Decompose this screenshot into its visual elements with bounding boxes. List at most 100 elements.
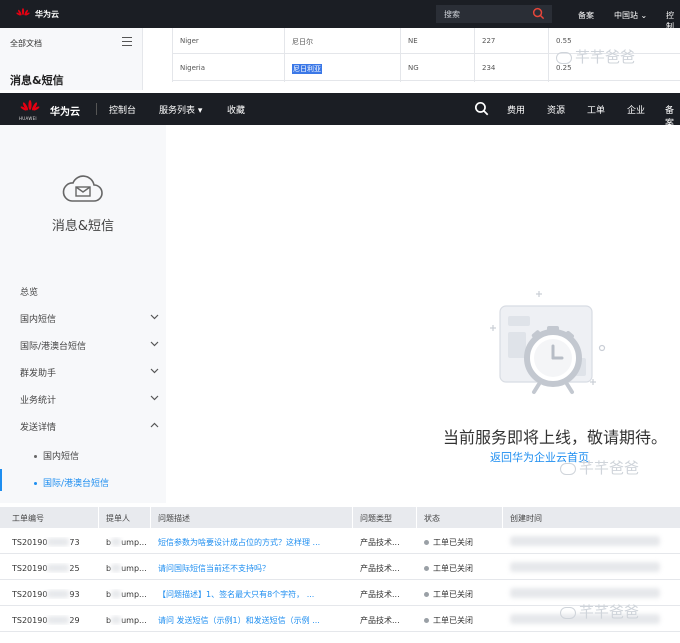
bullet (34, 455, 37, 458)
redaction (47, 590, 70, 598)
country-en: Niger (180, 37, 199, 45)
status-text: 工单已关闭 (433, 564, 473, 573)
brand-name[interactable]: 华为云 (50, 103, 80, 118)
status-text: 工单已关闭 (433, 538, 473, 547)
coming-soon-illustration (490, 291, 606, 394)
country-cn: 尼日尔 (292, 38, 313, 46)
table-row[interactable]: TS20190 73 b ump... 短信参数为啥要设计成占位的方式？这样理 ..… (0, 528, 680, 554)
search-icon[interactable] (474, 101, 489, 116)
ticket-description-link[interactable]: 【问题描述】1、签名最大只有8个字符， ... (158, 589, 348, 600)
top-nav-beian[interactable]: 备案 (578, 10, 594, 21)
ticket-id-prefix: TS20190 (12, 538, 48, 547)
redacted-created-time (510, 536, 660, 546)
watermark-text: 芊芊爸爸 (575, 48, 636, 66)
chevron-down-icon (150, 341, 159, 347)
cloud-message-icon (62, 175, 103, 202)
search-icon[interactable] (532, 7, 545, 20)
ticket-id-prefix: TS20190 (12, 616, 48, 625)
nav-beian[interactable]: 备案 (665, 103, 680, 129)
ticket-table: 工单编号 提单人 问题描述 问题类型 状态 创建时间 TS20190 73 b um… (0, 507, 680, 643)
ticket-status: 工单已关闭 (424, 589, 473, 600)
status-dot (424, 592, 429, 597)
top-search-box[interactable]: 搜索 (436, 5, 552, 23)
huawei-logo-icon[interactable] (16, 6, 30, 20)
nav-resources[interactable]: 资源 (547, 103, 565, 116)
main-header: HUAWEI 华为云 控制台 服务列表 ▾ 收藏 费用 资源 工单 企业 备案 (0, 93, 680, 129)
country-code: NE (408, 37, 418, 45)
top-header: 华为云 搜索 备案 中国站 ⌄ 控制 (0, 0, 680, 31)
sidebar-item-send-details[interactable]: 发送详情 (20, 420, 160, 433)
ticket-description-link[interactable]: 短信参数为啥要设计成占位的方式？这样理 ... (158, 537, 348, 548)
watermark-text: 芊芊爸爸 (579, 459, 640, 477)
country-price: 0.55 (556, 37, 572, 45)
sidebar-item-label: 发送详情 (20, 423, 57, 433)
nav-console[interactable]: 控制台 (109, 103, 136, 116)
ticket-id-prefix: TS20190 (12, 564, 48, 573)
nav-enterprise[interactable]: 企业 (627, 103, 645, 116)
ticket-status: 工单已关闭 (424, 537, 473, 548)
nav-service-list[interactable]: 服务列表 ▾ (159, 103, 202, 116)
ticket-type: 产品技术... (360, 538, 400, 547)
table-row[interactable]: TS20190 25 b ump... 请问国际短信当前还不支持吗？ 产品技术...… (0, 554, 680, 580)
brand-name[interactable]: 华为云 (35, 9, 59, 20)
sidebar-subitem-label: 国际/港澳台短信 (43, 479, 110, 489)
col-ticket-id: 工单编号 (12, 514, 44, 523)
country-code: NG (408, 64, 419, 72)
top-nav-region[interactable]: 中国站 ⌄ (614, 10, 647, 21)
huawei-logo-icon[interactable] (20, 99, 40, 115)
sidebar-item-intl-sms[interactable]: 国际/港澳台短信 (20, 339, 160, 352)
redaction (47, 616, 70, 624)
sidebar-item-overview[interactable]: 总览 (20, 285, 160, 298)
sidebar-item-label: 总览 (20, 288, 39, 298)
sidebar-item-label: 业务统计 (20, 396, 57, 406)
chevron-up-icon (150, 422, 159, 428)
country-dial: 227 (482, 37, 496, 45)
ticket-status: 工单已关闭 (424, 563, 473, 574)
sidebar-item-label: 国际/港澳台短信 (20, 342, 87, 352)
watermark-text: 芊芊爸爸 (579, 603, 640, 621)
ticket-id-prefix: TS20190 (12, 590, 48, 599)
submitter: b ump... (106, 537, 147, 547)
nav-tickets[interactable]: 工单 (587, 103, 605, 116)
redacted-created-time (510, 588, 660, 598)
redaction (111, 564, 122, 572)
nav-favorites[interactable]: 收藏 (227, 103, 245, 116)
doc-section-title: 消息&短信 (10, 74, 64, 87)
nav-billing[interactable]: 费用 (507, 103, 525, 116)
status-text: 工单已关闭 (433, 590, 473, 599)
sidebar-item-domestic-sms[interactable]: 国内短信 (20, 312, 160, 325)
chevron-down-icon (150, 314, 159, 320)
redaction (111, 538, 122, 546)
watermark: 芊芊爸爸 (560, 601, 639, 622)
logo-text: HUAWEI (19, 116, 37, 121)
sidebar-item-statistics[interactable]: 业务统计 (20, 393, 160, 406)
submitter-suffix: ump... (121, 564, 147, 573)
search-placeholder: 搜索 (444, 10, 460, 19)
bullet (34, 482, 37, 485)
sidebar-subitem-domestic[interactable]: 国内短信 (34, 449, 79, 462)
ticket-id: TS20190 73 (12, 537, 80, 547)
col-created: 创建时间 (510, 514, 542, 523)
all-docs-label[interactable]: 全部文档 (10, 38, 42, 49)
ticket-description-link[interactable]: 请问 发送短信（示例1）和发送短信（示例 ... (158, 615, 348, 626)
country-en: Nigeria (180, 64, 206, 72)
ticket-type: 产品技术... (360, 616, 400, 625)
chevron-down-icon (150, 395, 159, 401)
menu-icon[interactable] (122, 37, 132, 46)
redaction (47, 538, 70, 546)
ticket-description-link[interactable]: 请问国际短信当前还不支持吗？ (158, 563, 348, 574)
redaction (111, 616, 122, 624)
status-dot (424, 566, 429, 571)
top-nav-region-label: 中国站 (614, 11, 638, 20)
wechat-icon (556, 51, 572, 64)
active-indicator (0, 469, 2, 491)
service-title: 消息&短信 (51, 219, 115, 234)
service-sidebar: 消息&短信 总览 国内短信 国际/港澳台短信 群发助手 业务统计 发送详情 国内… (0, 125, 166, 503)
redaction (47, 564, 70, 572)
redaction (111, 590, 122, 598)
sidebar-item-bulk-assistant[interactable]: 群发助手 (20, 366, 160, 379)
ticket-id: TS20190 25 (12, 563, 80, 573)
country-cn-highlighted: 尼日利亚 (292, 64, 322, 74)
sidebar-subitem-intl[interactable]: 国际/港澳台短信 (34, 476, 109, 489)
status-dot (424, 540, 429, 545)
